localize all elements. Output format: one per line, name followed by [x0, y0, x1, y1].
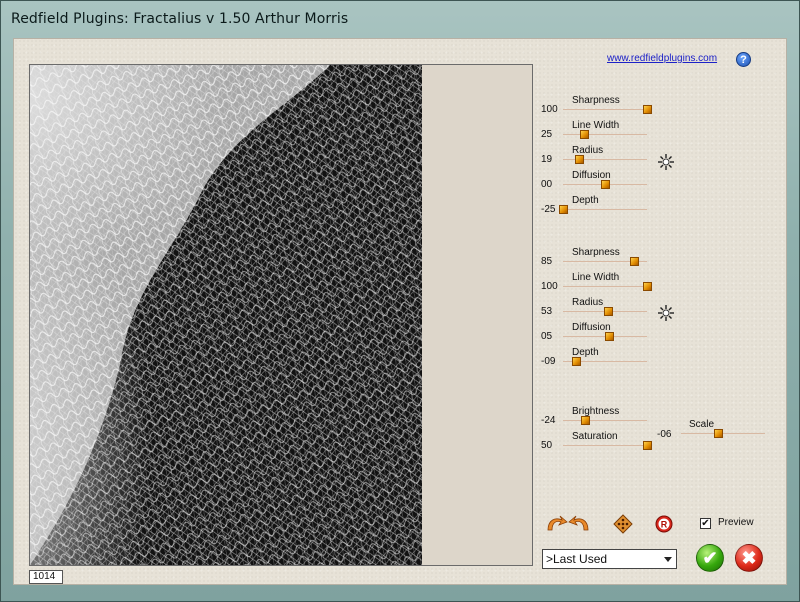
- slider-track[interactable]: [563, 134, 647, 135]
- slider-thumb[interactable]: [643, 105, 652, 114]
- dialog-client-area: 1014 www.redfieldplugins.com ? Sharpness…: [13, 38, 787, 585]
- slider-track[interactable]: [563, 420, 647, 421]
- preview-empty-area: [422, 65, 532, 565]
- slider-thumb[interactable]: [574, 155, 584, 164]
- slider-label: Saturation: [572, 431, 618, 442]
- preset-selected-value: >Last Used: [546, 552, 608, 566]
- help-icon[interactable]: ?: [736, 52, 751, 67]
- slider-diffusion[interactable]: Diffusion: [563, 322, 695, 346]
- preview-pane[interactable]: [29, 64, 533, 566]
- slider-line-width[interactable]: Line Width: [563, 120, 695, 144]
- sparkle-icon[interactable]: [657, 153, 675, 171]
- slider-label: Scale: [689, 419, 715, 430]
- slider-track[interactable]: [563, 109, 647, 110]
- slider-label: Brightness: [572, 406, 620, 417]
- slider-label: Radius: [572, 297, 604, 308]
- slider-depth[interactable]: Depth: [563, 347, 695, 371]
- slider-value: 19: [541, 154, 553, 165]
- slider-value: 53: [541, 306, 553, 317]
- fractal-texture: [30, 65, 422, 565]
- slider-value: -24: [541, 415, 556, 426]
- preview-checkbox[interactable]: ✔: [700, 518, 711, 529]
- sparkle-icon[interactable]: [657, 304, 675, 322]
- slider-scale[interactable]: Scale: [681, 419, 800, 443]
- chevron-down-icon: [664, 557, 672, 562]
- undo-redo-arrows-icon[interactable]: [545, 514, 591, 532]
- slider-label: Sharpness: [572, 247, 620, 258]
- slider-label: Line Width: [572, 272, 620, 283]
- slider-value: -06: [657, 429, 672, 440]
- slider-radius[interactable]: Radius: [563, 145, 695, 169]
- preview-image[interactable]: [30, 65, 422, 565]
- slider-track[interactable]: [563, 209, 647, 210]
- slider-thumb[interactable]: [713, 429, 723, 438]
- slider-value: 100: [541, 104, 558, 115]
- slider-thumb[interactable]: [630, 257, 640, 266]
- status-field: 1014: [29, 570, 63, 584]
- slider-sharpness[interactable]: Sharpness: [563, 247, 695, 271]
- slider-value: 00: [541, 179, 553, 190]
- slider-label: Depth: [572, 195, 599, 206]
- dice-icon[interactable]: [613, 514, 633, 534]
- slider-sharpness[interactable]: Sharpness: [563, 95, 695, 119]
- slider-radius[interactable]: Radius: [563, 297, 695, 321]
- slider-thumb[interactable]: [643, 441, 652, 450]
- preset-dropdown[interactable]: >Last Used: [542, 549, 677, 569]
- reset-r-icon[interactable]: R: [655, 515, 673, 533]
- slider-thumb[interactable]: [603, 307, 613, 316]
- slider-line-width[interactable]: Line Width: [563, 272, 695, 296]
- slider-value: 85: [541, 256, 553, 267]
- cancel-button[interactable]: ✖: [735, 544, 763, 572]
- slider-diffusion[interactable]: Diffusion: [563, 170, 695, 194]
- slider-label: Sharpness: [572, 95, 620, 106]
- slider-thumb[interactable]: [605, 332, 615, 341]
- slider-value: 100: [541, 281, 558, 292]
- preview-label: Preview: [718, 517, 754, 528]
- slider-value: -25: [541, 204, 556, 215]
- window-title: Redfield Plugins: Fractalius v 1.50 Arth…: [11, 11, 349, 27]
- slider-track[interactable]: [563, 286, 647, 287]
- plugin-window: Redfield Plugins: Fractalius v 1.50 Arth…: [0, 0, 800, 602]
- svg-text:R: R: [661, 519, 668, 529]
- slider-thumb[interactable]: [580, 416, 590, 425]
- slider-thumb[interactable]: [572, 357, 582, 366]
- slider-thumb[interactable]: [643, 282, 652, 291]
- slider-value: 25: [541, 129, 553, 140]
- slider-depth[interactable]: Depth: [559, 195, 695, 219]
- slider-track[interactable]: [563, 445, 647, 446]
- slider-track[interactable]: [681, 433, 765, 434]
- ok-button[interactable]: ✔: [696, 544, 724, 572]
- slider-value: 50: [541, 440, 553, 451]
- slider-brightness[interactable]: Brightness: [563, 406, 695, 430]
- website-link[interactable]: www.redfieldplugins.com: [607, 53, 717, 64]
- slider-thumb[interactable]: [601, 180, 610, 189]
- slider-value: 05: [541, 331, 553, 342]
- slider-thumb[interactable]: [580, 130, 589, 139]
- slider-value: -09: [541, 356, 556, 367]
